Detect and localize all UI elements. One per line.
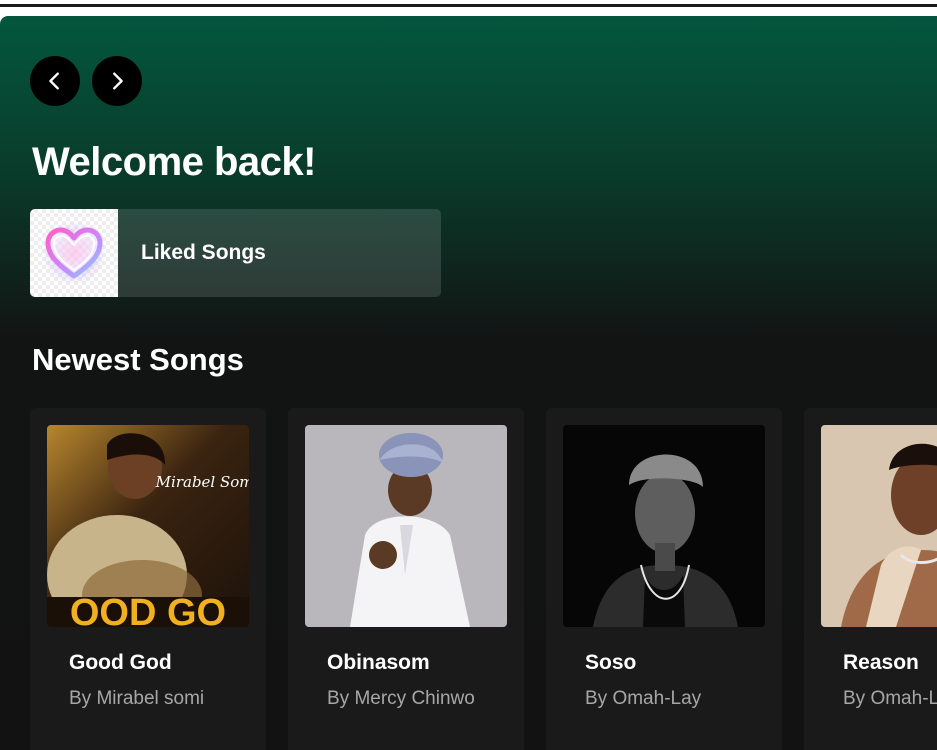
song-cover-art — [563, 425, 765, 627]
liked-songs-card[interactable]: Liked Songs — [30, 209, 441, 297]
window-top-strip — [0, 0, 937, 16]
main-content: Welcome back! Liked Songs Newest Songs O… — [0, 16, 937, 750]
song-title: Reason — [843, 651, 919, 674]
song-title: Obinasom — [327, 651, 430, 674]
album-art-image — [563, 425, 765, 627]
cover-banner-text: OOD GO — [70, 592, 226, 627]
song-card[interactable]: Obinasom By Mercy Chinwo — [288, 408, 524, 750]
liked-songs-label: Liked Songs — [141, 241, 266, 264]
song-cover-art — [305, 425, 507, 627]
liked-songs-thumbnail — [30, 209, 118, 297]
album-art-image — [305, 425, 507, 627]
back-button[interactable] — [30, 56, 80, 106]
heart-icon — [45, 227, 103, 279]
song-artist: By Omah-Lay — [843, 688, 937, 709]
album-art-image — [821, 425, 937, 627]
song-artist: By Omah-Lay — [585, 688, 702, 709]
song-card[interactable]: Soso By Omah-Lay — [546, 408, 782, 750]
newest-songs-row: OOD GO Mirabel Somi Good God By Mirabel … — [30, 408, 937, 750]
album-art-image: OOD GO Mirabel Somi — [47, 425, 249, 627]
forward-button[interactable] — [92, 56, 142, 106]
page-title: Welcome back! — [32, 140, 317, 184]
song-card[interactable]: Reason By Omah-Lay — [804, 408, 937, 750]
chevron-left-icon — [49, 72, 59, 90]
history-navigation — [30, 56, 142, 106]
section-title-newest-songs: Newest Songs — [32, 342, 244, 377]
song-card[interactable]: OOD GO Mirabel Somi Good God By Mirabel … — [30, 408, 266, 750]
window-top-border — [0, 4, 937, 7]
chevron-right-icon — [113, 72, 123, 90]
song-cover-art: OOD GO Mirabel Somi — [47, 425, 249, 627]
song-title: Soso — [585, 651, 637, 674]
cover-artist-signature: Mirabel Somi — [155, 473, 249, 491]
song-title: Good God — [69, 651, 172, 674]
song-artist: By Mirabel somi — [69, 688, 205, 709]
song-cover-art — [821, 425, 937, 627]
song-artist: By Mercy Chinwo — [327, 688, 475, 709]
